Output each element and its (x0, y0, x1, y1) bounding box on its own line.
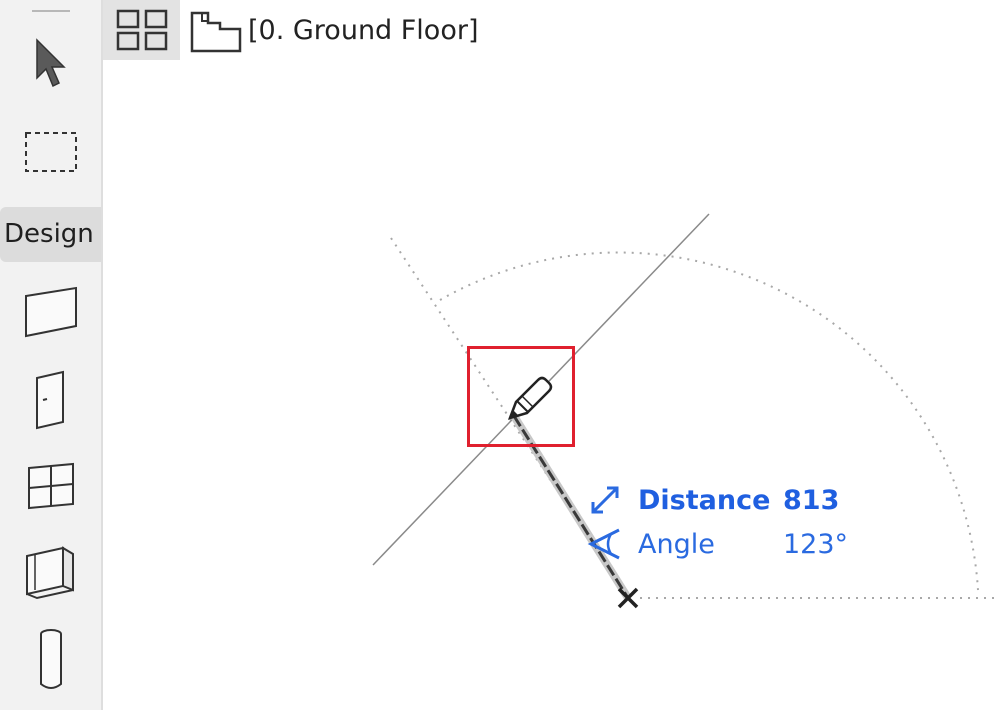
drawing-canvas (372, 213, 999, 609)
column-icon (40, 629, 62, 689)
tracker-distance-row[interactable]: Distance 813 (580, 478, 860, 522)
arrow-tool-button[interactable] (14, 32, 88, 96)
archicad-window: Design [0. Ground Floor] Distance 813 An… (0, 0, 999, 710)
floor-plan-tab[interactable]: [0. Ground Floor] (188, 0, 478, 60)
distance-arrow-icon (580, 478, 630, 522)
floor-plan-icon (190, 11, 242, 53)
dashed-rectangle-icon (25, 132, 77, 172)
wall-tool-button[interactable] (14, 540, 88, 604)
pencil-cursor-icon (507, 376, 553, 420)
floor-label: [0. Ground Floor] (248, 14, 479, 46)
cursor-highlight-box (467, 346, 575, 447)
design-tab[interactable]: Design (0, 207, 101, 262)
door-tool-button[interactable] (14, 368, 88, 432)
column-tool-button[interactable] (14, 628, 88, 692)
coordinate-tracker: Distance 813 Angle 123° (580, 478, 860, 568)
slab-tool-button[interactable] (14, 280, 88, 344)
window-icon (28, 462, 74, 510)
grid-view-icon (116, 9, 167, 51)
door-icon (36, 370, 64, 430)
view-switch-button[interactable] (103, 0, 180, 60)
angle-label: Angle (638, 528, 715, 560)
wall-icon (26, 546, 74, 600)
distance-label: Distance (638, 484, 771, 516)
angle-icon (580, 522, 630, 566)
start-point-marker (617, 587, 639, 609)
arrow-pointer-icon (36, 38, 66, 88)
window-tool-button[interactable] (14, 454, 88, 518)
toolbox-separator (32, 10, 70, 12)
slab-icon (25, 286, 77, 338)
angle-value[interactable]: 123° (783, 529, 848, 560)
distance-value[interactable]: 813 (783, 485, 839, 516)
toolbox: Design (0, 0, 103, 710)
tracker-angle-row[interactable]: Angle 123° (580, 522, 860, 566)
marquee-tool-button[interactable] (14, 120, 88, 184)
